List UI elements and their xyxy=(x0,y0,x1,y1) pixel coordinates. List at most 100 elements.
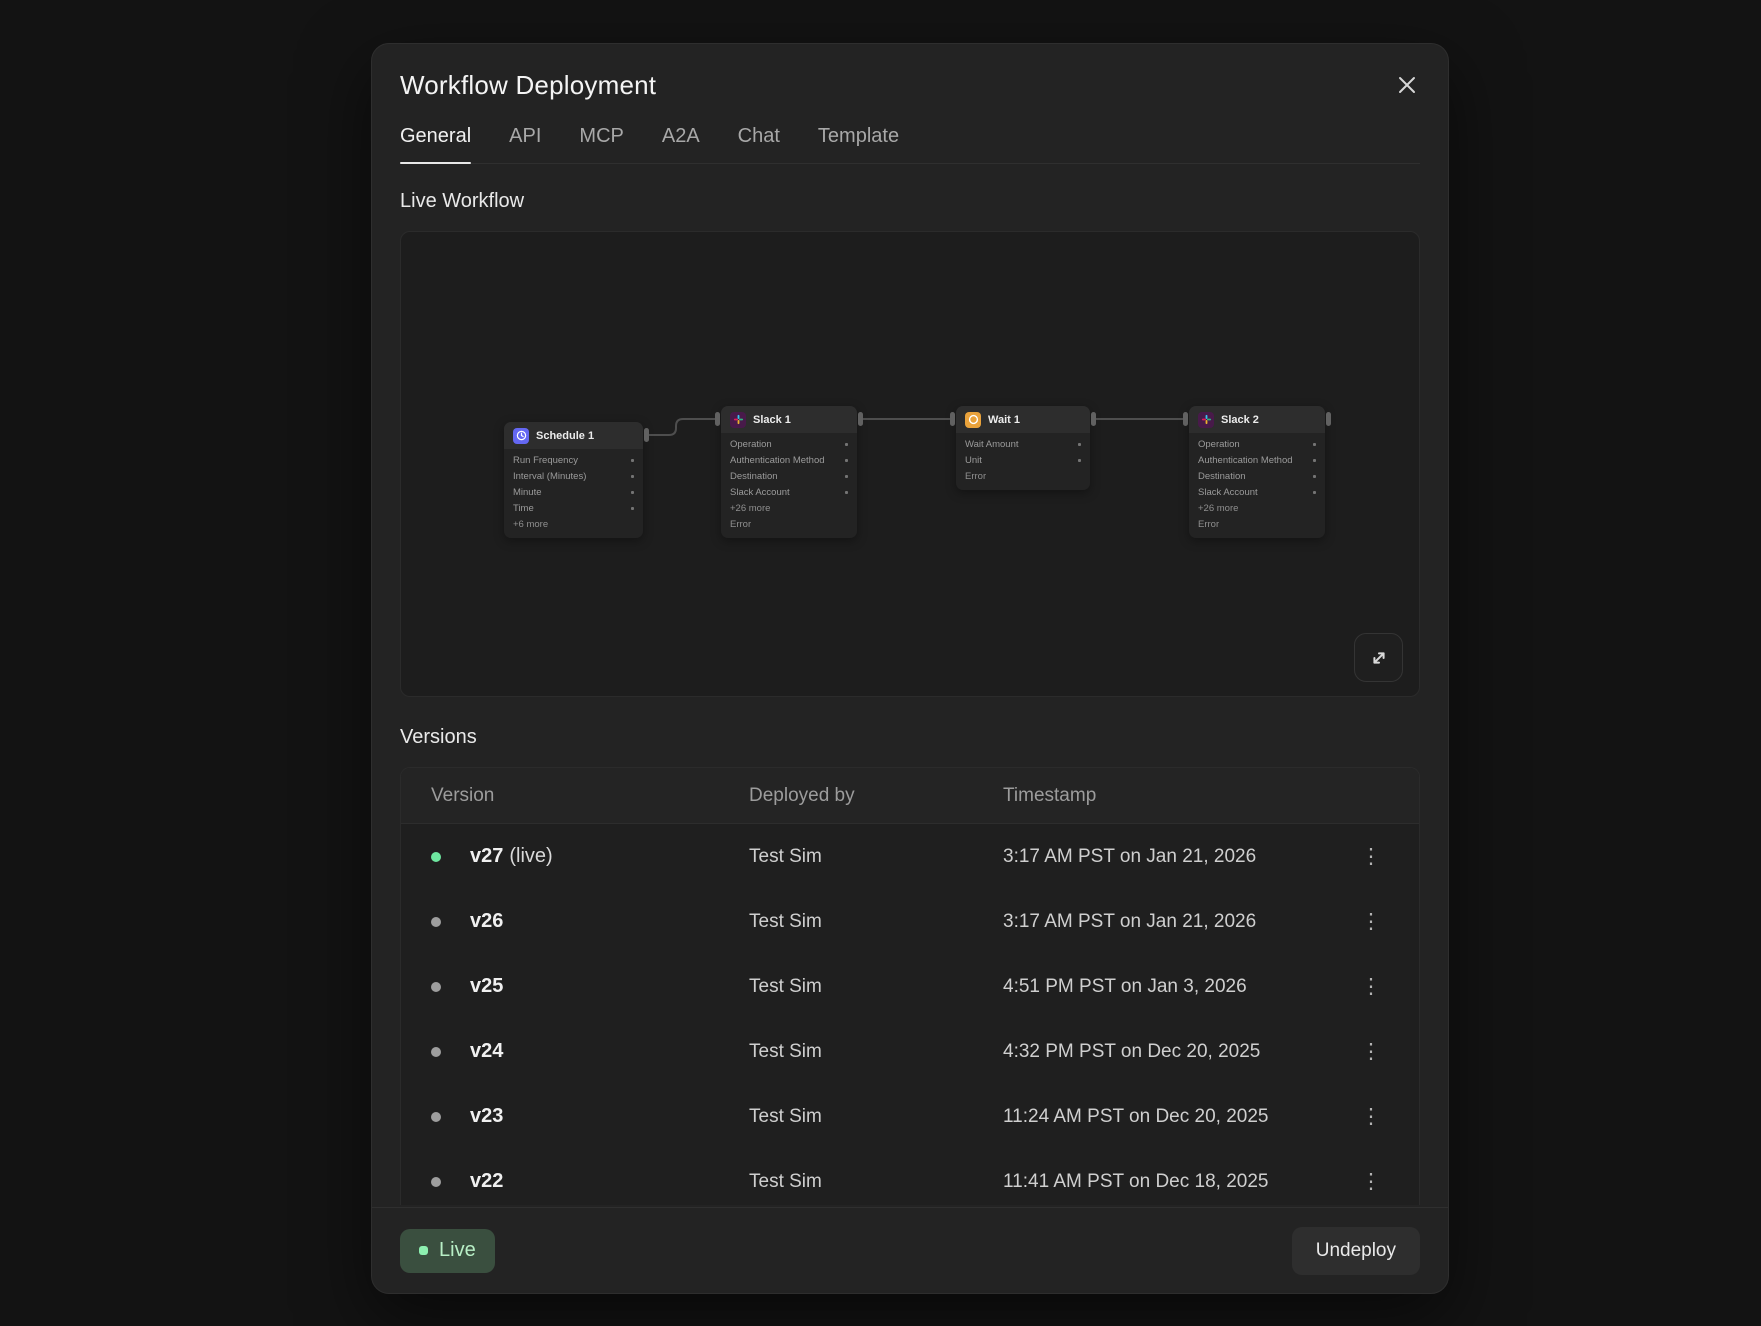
tab-api[interactable]: API xyxy=(509,125,541,163)
node-slack-1[interactable]: Slack 1 Operation Authentication Method … xyxy=(721,406,857,538)
node-field: Authentication Method xyxy=(721,452,857,468)
status-dot xyxy=(431,1112,441,1122)
node-wait-1[interactable]: Wait 1 Wait Amount Unit Error xyxy=(956,406,1090,490)
node-field: Operation xyxy=(1189,436,1325,452)
row-menu-button[interactable]: ⋮ xyxy=(1353,839,1389,875)
expand-icon xyxy=(1368,647,1390,669)
tab-mcp[interactable]: MCP xyxy=(579,125,623,163)
tab-bar: General API MCP A2A Chat Template xyxy=(400,125,1420,164)
node-slack-2-header: Slack 2 xyxy=(1189,406,1325,433)
version-cell: v24 xyxy=(470,1040,749,1063)
node-error-field: Error xyxy=(956,468,1090,484)
input-handle[interactable] xyxy=(1183,412,1188,426)
deployed-by-cell: Test Sim xyxy=(749,976,1003,998)
deployed-by-cell: Test Sim xyxy=(749,1106,1003,1128)
output-handle[interactable] xyxy=(1326,412,1331,426)
node-field: Time xyxy=(504,500,643,516)
node-field: Run Frequency xyxy=(504,452,643,468)
undeploy-button[interactable]: Undeploy xyxy=(1292,1227,1420,1275)
tab-general[interactable]: General xyxy=(400,125,471,163)
collapse-dot-icon xyxy=(631,507,634,510)
status-dot xyxy=(431,1177,441,1187)
collapse-dot-icon xyxy=(845,475,848,478)
kebab-icon: ⋮ xyxy=(1361,1041,1382,1062)
row-menu-button[interactable]: ⋮ xyxy=(1353,1099,1389,1135)
node-schedule-1[interactable]: Schedule 1 Run Frequency Interval (Minut… xyxy=(504,422,643,538)
row-menu-button[interactable]: ⋮ xyxy=(1353,969,1389,1005)
timestamp-cell: 11:41 AM PST on Dec 18, 2025 xyxy=(1003,1171,1347,1193)
timestamp-cell: 3:17 AM PST on Jan 21, 2026 xyxy=(1003,911,1347,933)
timestamp-cell: 4:51 PM PST on Jan 3, 2026 xyxy=(1003,976,1347,998)
wait-clock-icon xyxy=(965,412,981,428)
version-cell: v22 xyxy=(470,1170,749,1193)
modal-body: Live Workflow Schedule 1 Run Frequency xyxy=(372,164,1448,1207)
collapse-dot-icon xyxy=(1078,443,1081,446)
node-error-field: Error xyxy=(1189,516,1325,532)
row-menu-button[interactable]: ⋮ xyxy=(1353,904,1389,940)
node-field: Authentication Method xyxy=(1189,452,1325,468)
table-row-v24[interactable]: v24 Test Sim 4:32 PM PST on Dec 20, 2025… xyxy=(401,1019,1419,1084)
node-slack-1-header: Slack 1 xyxy=(721,406,857,433)
node-field: Interval (Minutes) xyxy=(504,468,643,484)
column-header-timestamp: Timestamp xyxy=(1003,785,1347,807)
live-workflow-heading: Live Workflow xyxy=(400,190,1420,213)
node-more-fields: +6 more xyxy=(504,516,643,532)
node-field: Minute xyxy=(504,484,643,500)
node-field: Slack Account xyxy=(1189,484,1325,500)
collapse-dot-icon xyxy=(1313,459,1316,462)
output-handle[interactable] xyxy=(644,428,649,442)
node-field: Destination xyxy=(1189,468,1325,484)
node-wait-1-header: Wait 1 xyxy=(956,406,1090,433)
table-row-v23[interactable]: v23 Test Sim 11:24 AM PST on Dec 20, 202… xyxy=(401,1084,1419,1149)
versions-table: Version Deployed by Timestamp v27(live) … xyxy=(400,767,1420,1205)
node-slack-2[interactable]: Slack 2 Operation Authentication Method … xyxy=(1189,406,1325,538)
collapse-dot-icon xyxy=(1313,475,1316,478)
node-error-field: Error xyxy=(721,516,857,532)
output-handle[interactable] xyxy=(1091,412,1096,426)
input-handle[interactable] xyxy=(715,412,720,426)
modal-header: Workflow Deployment General API MCP A2A … xyxy=(372,44,1448,164)
tab-a2a[interactable]: A2A xyxy=(662,125,700,163)
row-menu-button[interactable]: ⋮ xyxy=(1353,1164,1389,1200)
kebab-icon: ⋮ xyxy=(1361,1171,1382,1192)
expand-canvas-button[interactable] xyxy=(1354,633,1403,682)
versions-heading: Versions xyxy=(400,726,1420,749)
node-field: Wait Amount xyxy=(956,436,1090,452)
timestamp-cell: 3:17 AM PST on Jan 21, 2026 xyxy=(1003,846,1347,868)
node-schedule-1-header: Schedule 1 xyxy=(504,422,643,449)
node-more-fields: +26 more xyxy=(1189,500,1325,516)
tab-chat[interactable]: Chat xyxy=(738,125,780,163)
table-row-v27[interactable]: v27(live) Test Sim 3:17 AM PST on Jan 21… xyxy=(401,824,1419,889)
row-menu-button[interactable]: ⋮ xyxy=(1353,1034,1389,1070)
node-field: Unit xyxy=(956,452,1090,468)
kebab-icon: ⋮ xyxy=(1361,846,1382,867)
clock-icon xyxy=(513,428,529,444)
close-button[interactable] xyxy=(1390,68,1424,102)
version-cell: v27(live) xyxy=(470,845,749,868)
page-title: Workflow Deployment xyxy=(400,70,1420,101)
collapse-dot-icon xyxy=(845,443,848,446)
table-row-v22[interactable]: v22 Test Sim 11:41 AM PST on Dec 18, 202… xyxy=(401,1149,1419,1205)
versions-table-header: Version Deployed by Timestamp xyxy=(401,768,1419,824)
deployed-by-cell: Test Sim xyxy=(749,911,1003,933)
modal-footer: Live Undeploy xyxy=(372,1207,1448,1293)
node-more-fields: +26 more xyxy=(721,500,857,516)
input-handle[interactable] xyxy=(950,412,955,426)
version-cell: v23 xyxy=(470,1105,749,1128)
node-field: Slack Account xyxy=(721,484,857,500)
close-icon xyxy=(1396,74,1418,96)
collapse-dot-icon xyxy=(845,459,848,462)
table-row-v26[interactable]: v26 Test Sim 3:17 AM PST on Jan 21, 2026… xyxy=(401,889,1419,954)
status-dot xyxy=(431,1047,441,1057)
timestamp-cell: 4:32 PM PST on Dec 20, 2025 xyxy=(1003,1041,1347,1063)
deployed-by-cell: Test Sim xyxy=(749,846,1003,868)
slack-icon xyxy=(730,412,746,428)
live-dot-icon xyxy=(419,1246,428,1255)
version-cell: v25 xyxy=(470,975,749,998)
output-handle[interactable] xyxy=(858,412,863,426)
deployed-by-cell: Test Sim xyxy=(749,1041,1003,1063)
workflow-canvas[interactable]: Schedule 1 Run Frequency Interval (Minut… xyxy=(400,231,1420,697)
table-row-v25[interactable]: v25 Test Sim 4:51 PM PST on Jan 3, 2026 … xyxy=(401,954,1419,1019)
tab-template[interactable]: Template xyxy=(818,125,899,163)
kebab-icon: ⋮ xyxy=(1361,1106,1382,1127)
